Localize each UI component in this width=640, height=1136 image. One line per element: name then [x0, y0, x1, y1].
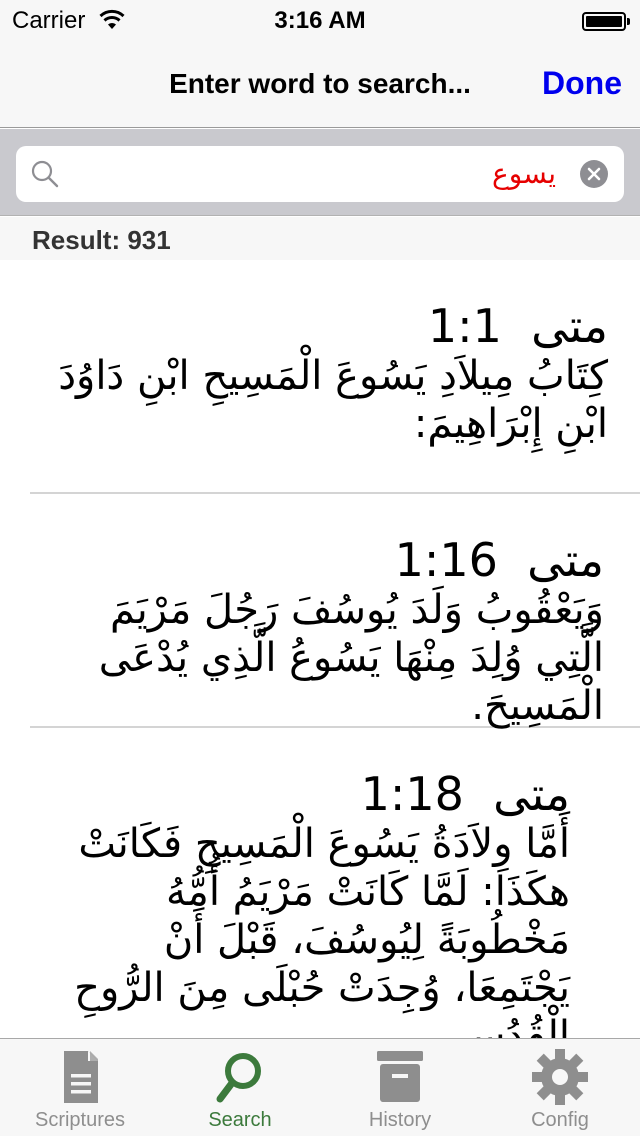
document-icon [64, 1051, 98, 1103]
tab-search[interactable]: Search [160, 1039, 320, 1136]
magnifier-icon [31, 160, 59, 188]
search-bar: يسوع [0, 129, 640, 216]
results-list[interactable]: متى 1:1 كِتَابُ مِيلاَدِ يَسُوعَ الْمَسِ… [0, 260, 640, 1038]
tab-label: Config [531, 1109, 589, 1131]
result-header: Result: 931 [0, 217, 640, 260]
archive-box-icon [377, 1051, 423, 1102]
verse-number: 1:18 [360, 767, 464, 821]
clock: 3:16 AM [274, 7, 366, 34]
clear-x-icon [587, 167, 601, 181]
nav-title: Enter word to search... [169, 68, 471, 99]
verse-book: متى [527, 533, 604, 587]
search-icon [216, 1053, 261, 1103]
tab-bar: Scriptures Search History Config [0, 1038, 640, 1136]
done-button[interactable]: Done [542, 65, 622, 102]
verse-reference: متى 1:1 [44, 300, 608, 352]
verse-text: كِتَابُ مِيلاَدِ يَسُوعَ الْمَسِيحِ ابْن… [58, 353, 608, 447]
tab-label: History [368, 1109, 432, 1131]
verse-text: أَمَّا وِلاَدَةُ يَسُوعَ الْمَسِيحِ فَكَ… [74, 821, 570, 1038]
status-bar: Carrier 3:16 AM [0, 0, 640, 40]
verse-number: 1:16 [394, 533, 498, 587]
verse-number: 1:1 [427, 299, 502, 353]
clear-search-button[interactable] [580, 160, 608, 188]
tab-label: Search [208, 1109, 272, 1131]
tab-config[interactable]: Config [480, 1039, 640, 1136]
verse-text: وَيَعْقُوبُ وَلَدَ يُوسُفَ رَجُلَ مَرْيَ… [98, 587, 604, 729]
search-input[interactable]: يسوع [16, 146, 624, 202]
verse-book: متى [531, 299, 608, 353]
battery-icon [582, 12, 630, 31]
tab-history[interactable]: History [320, 1039, 480, 1136]
verse-reference: متى 1:16 [42, 534, 604, 586]
tab-scriptures[interactable]: Scriptures [0, 1039, 160, 1136]
verse-book: متى [493, 767, 570, 821]
search-query[interactable]: يسوع [492, 157, 556, 190]
gear-icon [532, 1049, 588, 1105]
verse-reference: متى 1:18 [40, 768, 570, 820]
result-count: Result: 931 [32, 225, 171, 255]
nav-bar: Enter word to search... Done [0, 40, 640, 128]
tab-label: Scriptures [34, 1109, 126, 1131]
list-item[interactable]: متى 1:1 كِتَابُ مِيلاَدِ يَسُوعَ الْمَسِ… [30, 260, 640, 494]
list-item[interactable]: متى 1:16 وَيَعْقُوبُ وَلَدَ يُوسُفَ رَجُ… [30, 494, 640, 729]
list-item[interactable]: متى 1:18 أَمَّا وِلاَدَةُ يَسُوعَ الْمَس… [30, 728, 640, 1038]
